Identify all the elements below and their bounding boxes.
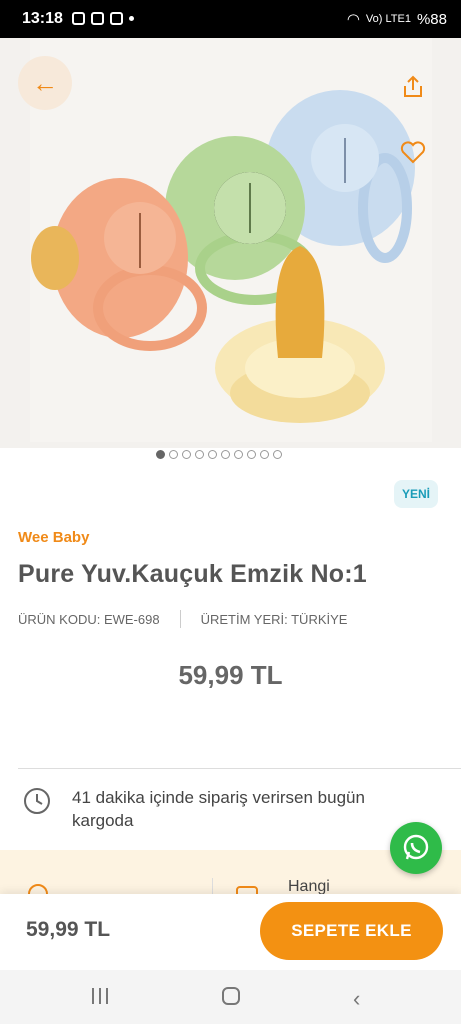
brand-link[interactable]: Wee Baby (18, 529, 89, 546)
gallery-dot[interactable] (208, 450, 217, 459)
back-button[interactable]: ← (18, 56, 72, 110)
product-origin: ÜRETİM YERİ: TÜRKİYE (200, 611, 348, 627)
instagram-icon (72, 12, 85, 25)
gallery-dot[interactable] (169, 450, 178, 459)
product-meta: ÜRÜN KODU: EWE-698 ÜRETİM YERİ: TÜRKİYE (18, 610, 347, 628)
product-code: ÜRÜN KODU: EWE-698 (18, 611, 160, 627)
gallery-dot[interactable] (260, 450, 269, 459)
notification-dot-icon (129, 16, 134, 21)
share-button[interactable] (396, 70, 430, 104)
product-image-gallery[interactable] (0, 38, 461, 448)
delivery-info: 41 dakika içinde sipariş verirsen bugün … (22, 786, 412, 832)
clock-icon (24, 788, 50, 814)
gallery-dot[interactable] (221, 450, 230, 459)
info-strip-divider (212, 878, 213, 894)
gallery-dot[interactable] (273, 450, 282, 459)
heart-icon (400, 141, 426, 164)
product-title: Pure Yuv.Kauçuk Emzik No:1 (18, 560, 367, 588)
new-badge: YENİ (394, 480, 438, 508)
gallery-dot[interactable] (156, 450, 165, 459)
product-image (30, 38, 432, 442)
gallery-dot[interactable] (247, 450, 256, 459)
info-strip-left-text: ... (66, 886, 79, 894)
bottom-price: 59,99 TL (26, 918, 111, 941)
gallery-dot[interactable] (195, 450, 204, 459)
gallery-dot[interactable] (234, 450, 243, 459)
wifi-icon: ◠ (346, 11, 360, 28)
system-back-button[interactable]: ‹ (353, 986, 360, 1012)
delivery-text: 41 dakika içinde sipariş verirsen bugün … (72, 788, 365, 830)
meta-divider (179, 610, 181, 628)
product-price: 59,99 TL (178, 660, 283, 690)
status-time: 13:18 (22, 10, 63, 27)
share-icon (404, 75, 422, 97)
bottom-purchase-bar: 59,99 TL SEPETE EKLE (0, 894, 461, 970)
arrow-left-icon: ← (32, 67, 58, 98)
truck-icon (236, 886, 258, 894)
favorite-button[interactable] (396, 136, 430, 170)
info-strip-right-text: Hangi (288, 878, 330, 894)
signal-icon: Vo) LTE1 (365, 13, 411, 25)
package-icon (91, 12, 104, 25)
whatsapp-button[interactable] (390, 822, 442, 874)
battery-level: %88 (416, 10, 447, 28)
recent-apps-button[interactable] (92, 988, 108, 1004)
info-icon (28, 884, 48, 894)
gallery-dot[interactable] (182, 450, 191, 459)
gallery-pagination[interactable] (156, 450, 282, 459)
whatsapp-icon (403, 834, 429, 860)
status-bar: 13:18 ◠ Vo) LTE1 %88 (0, 0, 461, 38)
package-icon-2 (110, 12, 123, 25)
system-nav-bar: ‹ (0, 970, 461, 1024)
add-to-cart-button[interactable]: SEPETE EKLE (260, 902, 443, 960)
home-button[interactable] (222, 987, 240, 1005)
section-divider (18, 768, 461, 769)
